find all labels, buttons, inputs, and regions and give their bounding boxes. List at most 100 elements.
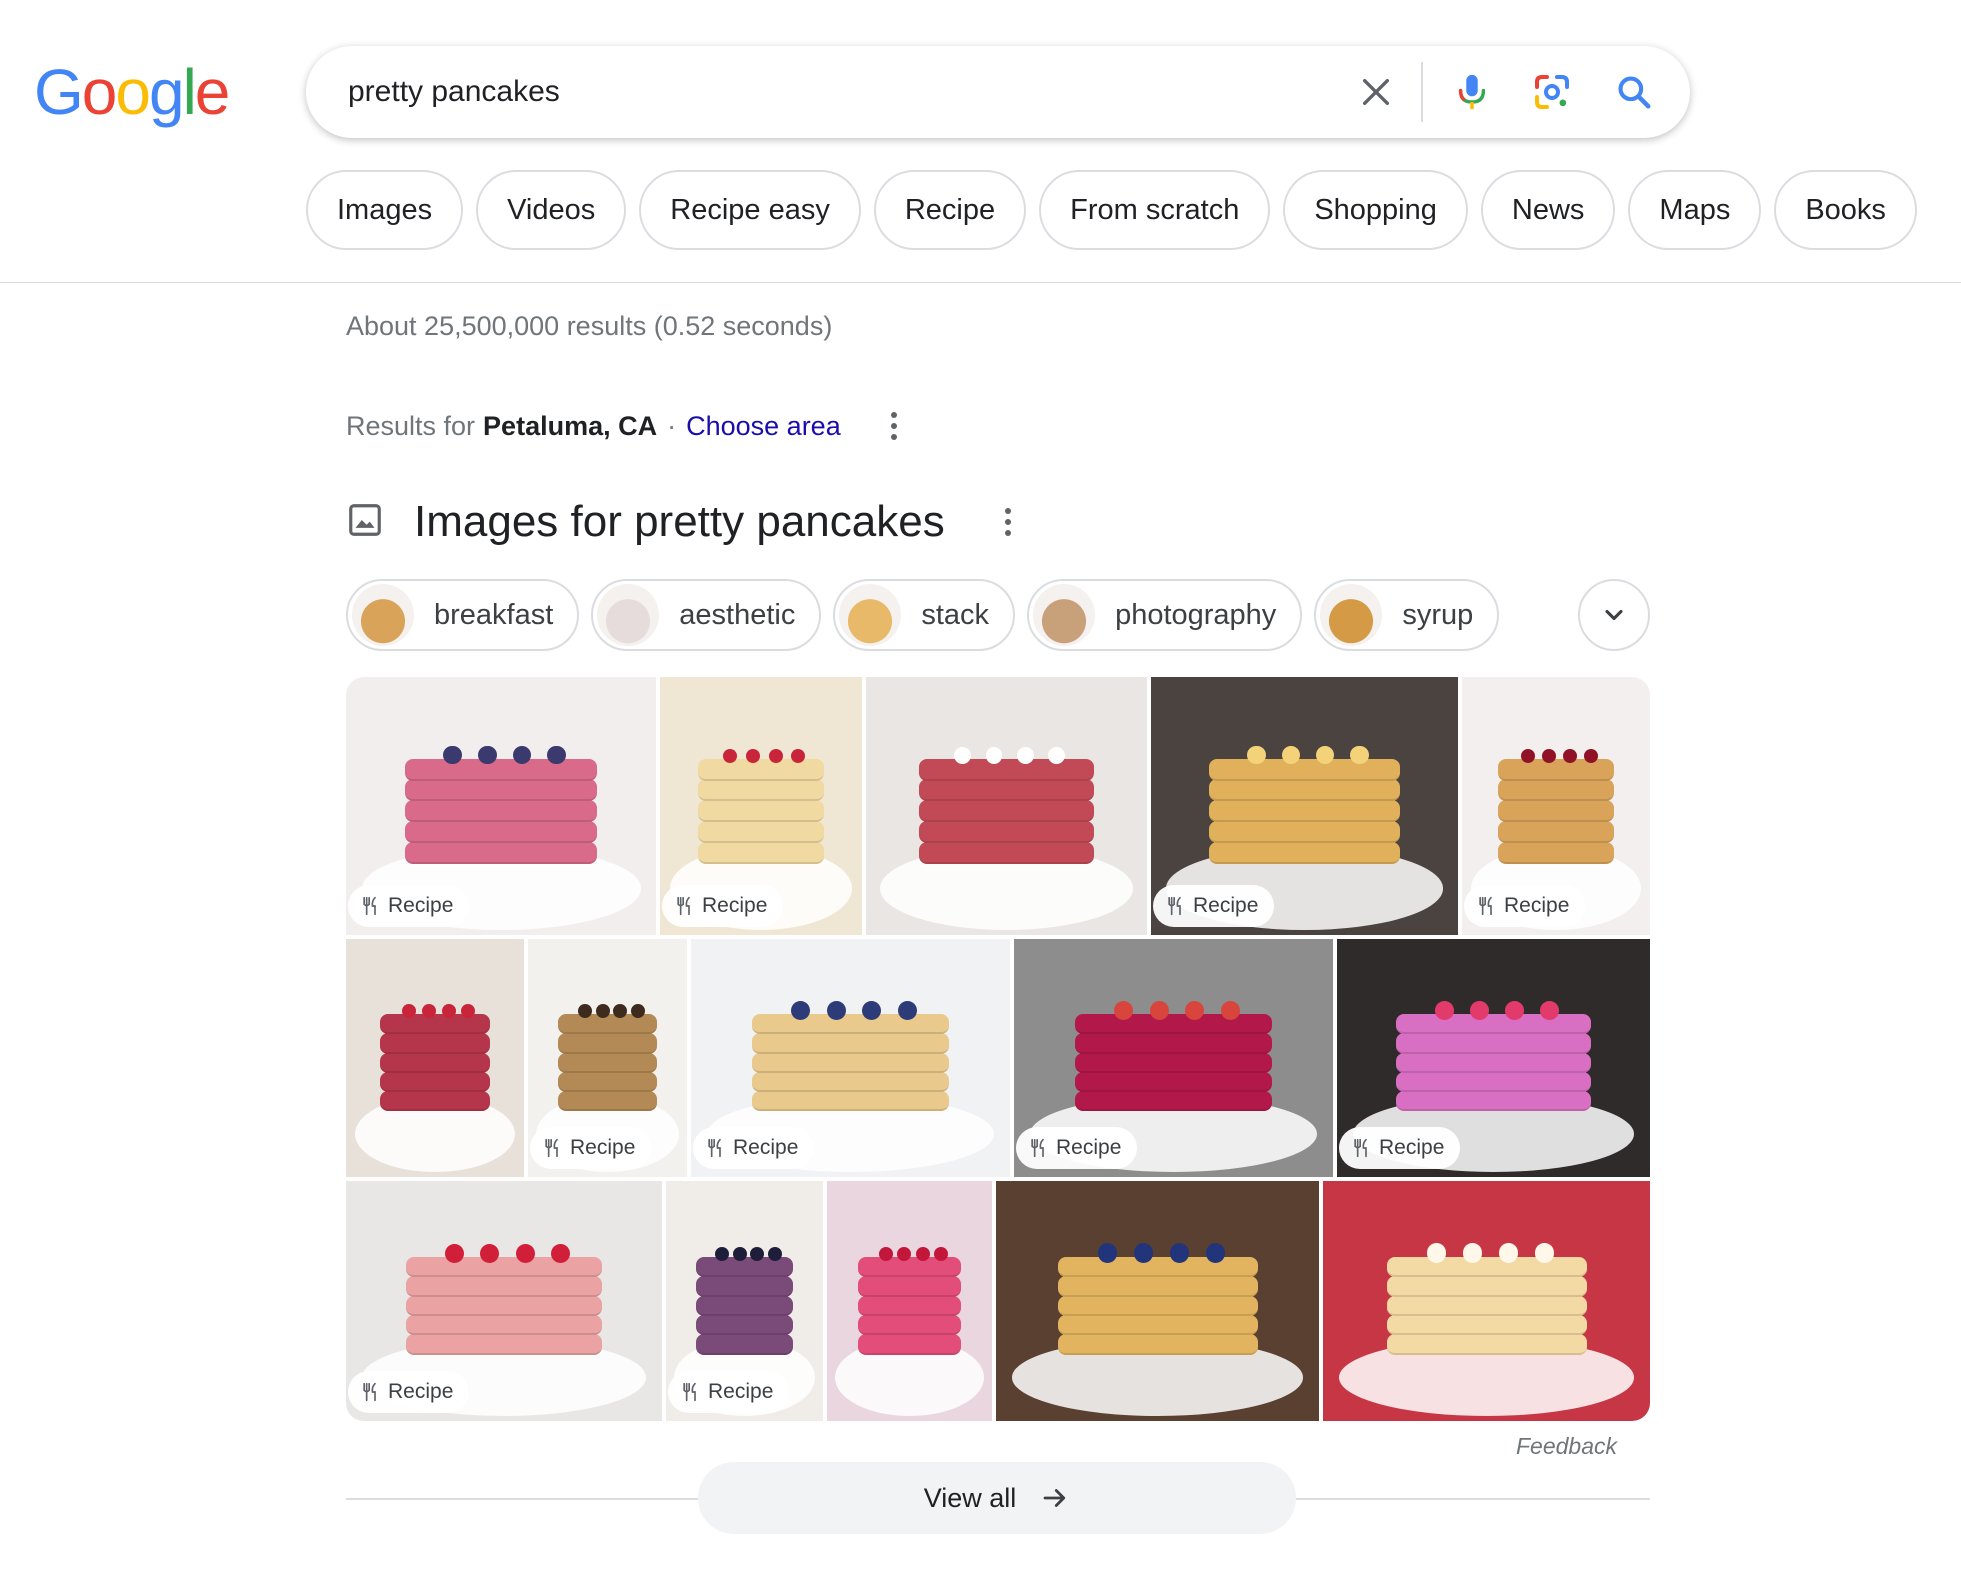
recipe-badge: Recipe: [1153, 885, 1275, 927]
refine-chip-aesthetic[interactable]: aesthetic: [591, 579, 822, 651]
pancake-layer: [1209, 821, 1400, 843]
search-divider: [1421, 62, 1423, 122]
close-icon[interactable]: [1350, 66, 1402, 118]
view-all-divider-right: [1296, 1498, 1650, 1500]
recipe-badge: Recipe: [693, 1127, 815, 1169]
topping-shape: [1534, 1243, 1555, 1263]
pancake-layer: [1074, 1052, 1273, 1073]
choose-area-link[interactable]: Choose area: [686, 411, 841, 442]
pancake-layer: [698, 841, 824, 864]
topping-shape: [1426, 1243, 1447, 1263]
expand-chips-button[interactable]: [1578, 579, 1650, 651]
view-all-button[interactable]: View all: [698, 1462, 1296, 1534]
image-result[interactable]: Recipe: [1462, 677, 1650, 935]
filter-chip-videos[interactable]: Videos: [476, 170, 627, 250]
refine-chip-stack[interactable]: stack: [833, 579, 1016, 651]
location-line: Results for Petaluma, CA · Choose area: [346, 408, 907, 444]
filter-chip-recipe[interactable]: Recipe: [873, 170, 1027, 250]
topping-shape: [1097, 1243, 1117, 1263]
recipe-badge: Recipe: [1016, 1127, 1138, 1169]
refine-chip-label: breakfast: [434, 598, 554, 631]
location-more-icon[interactable]: [881, 408, 907, 444]
chevron-down-icon: [1605, 609, 1623, 621]
image-result[interactable]: Recipe: [1151, 677, 1458, 935]
pancake-layer: [695, 1334, 794, 1355]
pancake-layer: [406, 1315, 602, 1336]
location-place: Petaluma, CA: [483, 410, 658, 441]
image-result[interactable]: Recipe: [346, 677, 656, 935]
image-result[interactable]: Recipe: [691, 939, 1010, 1177]
image-result[interactable]: Recipe: [346, 1181, 662, 1421]
refine-chip-photography[interactable]: photography: [1027, 579, 1303, 651]
image-result[interactable]: Recipe: [1337, 939, 1650, 1177]
filter-chip-shopping[interactable]: Shopping: [1283, 170, 1468, 250]
image-result[interactable]: [996, 1181, 1319, 1421]
fork-knife-icon: [1168, 896, 1181, 916]
image-result[interactable]: [1323, 1181, 1650, 1421]
image-result[interactable]: Recipe: [660, 677, 862, 935]
image-result[interactable]: Recipe: [1014, 939, 1333, 1177]
pancake-layer: [379, 1033, 491, 1054]
filter-chip-maps[interactable]: Maps: [1628, 170, 1762, 250]
recipe-badge: Recipe: [668, 1371, 790, 1413]
filter-chip-recipe-easy[interactable]: Recipe easy: [639, 170, 861, 250]
pancake-layer: [1057, 1315, 1258, 1336]
image-result[interactable]: [346, 939, 524, 1177]
topping-shape: [1435, 1001, 1455, 1020]
search-input[interactable]: [348, 68, 1308, 116]
topping-shape: [878, 1247, 893, 1262]
pancake-layer: [558, 1071, 657, 1093]
refine-chip-breakfast[interactable]: breakfast: [346, 579, 580, 651]
pancake-layer: [698, 800, 824, 823]
logo-letter: e: [194, 56, 231, 128]
filter-chip-books[interactable]: Books: [1774, 170, 1917, 250]
google-logo[interactable]: Google: [34, 56, 231, 128]
filter-chip-news[interactable]: News: [1480, 170, 1616, 250]
refine-thumbnail: [839, 584, 902, 646]
images-more-icon[interactable]: [995, 504, 1021, 540]
search-icon[interactable]: [1608, 66, 1660, 118]
fork-knife-icon: [1479, 896, 1492, 916]
recipe-badge-label: Recipe: [1193, 894, 1259, 917]
pancake-layer: [698, 758, 824, 781]
image-result[interactable]: Recipe: [528, 939, 687, 1177]
location-prefix: Results for: [346, 410, 476, 441]
mic-icon[interactable]: [1446, 66, 1498, 118]
pancake-layer: [1057, 1276, 1258, 1297]
pancake-layer: [558, 1014, 657, 1035]
topping-shape: [1205, 1243, 1225, 1263]
filter-chip-images[interactable]: Images: [306, 170, 464, 250]
pancake-layer: [751, 1014, 950, 1035]
topping-shape: [1350, 745, 1369, 765]
topping-shape: [1169, 1243, 1189, 1263]
topping-shape: [826, 1000, 846, 1020]
pancake-layer: [558, 1033, 657, 1054]
pancake-layer: [404, 821, 598, 843]
feedback-link[interactable]: Feedback: [1516, 1433, 1617, 1460]
images-section-title: Images for pretty pancakes: [414, 497, 945, 546]
fork-knife-icon: [1031, 1138, 1044, 1158]
image-result[interactable]: [827, 1181, 992, 1421]
lens-icon[interactable]: [1526, 66, 1578, 118]
topping-shape: [897, 1000, 918, 1020]
arrow-right-icon: [1043, 1489, 1066, 1507]
pancake-layer: [698, 821, 824, 843]
fork-knife-icon: [708, 1138, 721, 1158]
topping-shape: [1149, 1000, 1169, 1020]
refine-chip-label: syrup: [1402, 598, 1474, 631]
pancake-layer: [1386, 1295, 1587, 1317]
filter-chip-from-scratch[interactable]: From scratch: [1039, 170, 1271, 250]
recipe-badge-label: Recipe: [388, 1380, 454, 1403]
topping-shape: [1462, 1243, 1483, 1263]
pancake-layer: [406, 1276, 602, 1297]
refine-chip-syrup[interactable]: syrup: [1314, 579, 1500, 651]
pancake-layer: [858, 1334, 961, 1355]
pancake-layer: [919, 841, 1094, 864]
view-all-divider-left: [346, 1498, 698, 1500]
logo-letter: l: [182, 56, 197, 128]
image-result[interactable]: Recipe: [666, 1181, 823, 1421]
pancake-layer: [1209, 779, 1400, 802]
image-result[interactable]: [866, 677, 1147, 935]
pancake-layer: [919, 821, 1094, 843]
topping-shape: [445, 1243, 465, 1263]
